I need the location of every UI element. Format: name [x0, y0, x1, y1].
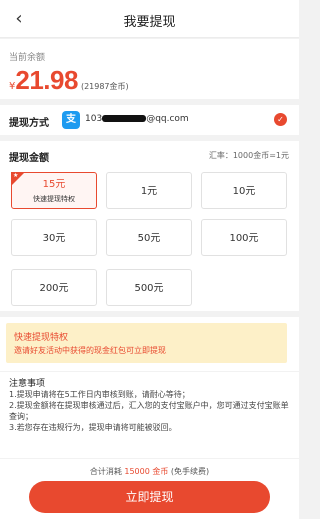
- balance-amount: ¥21.98 (21987金币): [9, 65, 129, 96]
- notes-title: 注意事项: [9, 379, 46, 389]
- withdraw-method-row[interactable]: 提现方式 支 103 @qq.com ✓: [0, 105, 299, 135]
- privilege-section: 快速提现特权 邀请好友活动中获得的现金红包可立即提现: [0, 317, 299, 371]
- amount-option-30[interactable]: 30元: [11, 219, 97, 256]
- note-item: 1.提现申请将在5工作日内审核到账，请耐心等待；: [9, 390, 190, 399]
- account-text: 103 @qq.com: [85, 114, 189, 124]
- privilege-notice: 快速提现特权 邀请好友活动中获得的现金红包可立即提现: [6, 323, 287, 363]
- notes-body: 1.提现申请将在5工作日内审核到账，请耐心等待； 2.提现金额将在提现审核通过后…: [9, 389, 292, 433]
- withdraw-button[interactable]: 立即提现: [29, 481, 270, 513]
- amount-option-50[interactable]: 50元: [106, 219, 192, 256]
- note-item: 3.若您存在违规行为，提现申请将可能被驳回。: [9, 423, 177, 432]
- amount-option-15[interactable]: ★ 15元 快速提现特权: [11, 172, 97, 209]
- option-sub: 快速提现特权: [33, 195, 75, 203]
- balance-panel: 当前余额 ¥21.98 (21987金币): [0, 39, 299, 99]
- option-value: 1元: [140, 186, 158, 197]
- exchange-rate: 汇率：1000金币=1元: [208, 151, 289, 160]
- account-mask: [102, 114, 147, 122]
- option-value: 30元: [42, 233, 66, 244]
- balance-coins: (21987金币): [80, 82, 129, 91]
- cost-suffix: (免手续费): [170, 467, 210, 476]
- footer-bar: 合计消耗 15000 金币 (免手续费) 立即提现: [0, 459, 299, 519]
- amount-option-500[interactable]: 500元: [106, 269, 192, 306]
- amount-option-1[interactable]: 1元: [106, 172, 192, 209]
- amount-label: 提现金额: [9, 153, 49, 164]
- amount-option-100[interactable]: 100元: [201, 219, 287, 256]
- check-icon[interactable]: ✓: [274, 113, 287, 126]
- balance-label: 当前余额: [9, 53, 46, 63]
- privilege-desc: 邀请好友活动中获得的现金红包可立即提现: [14, 346, 166, 355]
- top-bar: ‹ 我要提现: [0, 0, 299, 38]
- page-title: 我要提现: [123, 15, 176, 30]
- alipay-icon: 支: [62, 111, 80, 129]
- cost-value: 15000 金币: [124, 467, 169, 476]
- amount-option-10[interactable]: 10元: [201, 172, 287, 209]
- option-value: 200元: [39, 283, 69, 294]
- star-icon: ★: [13, 172, 19, 179]
- balance-value: 21.98: [15, 65, 78, 95]
- privilege-title: 快速提现特权: [14, 333, 69, 343]
- option-value: 100元: [229, 233, 259, 244]
- total-cost: 合计消耗 15000 金币 (免手续费): [0, 466, 299, 477]
- cost-prefix: 合计消耗: [89, 467, 122, 476]
- method-label: 提现方式: [9, 118, 49, 129]
- amount-option-200[interactable]: 200元: [11, 269, 97, 306]
- account-prefix: 103: [85, 114, 103, 124]
- account-suffix: @qq.com: [146, 114, 189, 124]
- note-item: 2.提现金额将在提现审核通过后，汇入您的支付宝账户中，您可通过支付宝账单查询；: [9, 401, 289, 421]
- option-value: 10元: [232, 186, 256, 197]
- option-value: 500元: [134, 283, 164, 294]
- option-value: 50元: [137, 233, 161, 244]
- amount-panel: 提现金额 汇率：1000金币=1元 ★ 15元 快速提现特权 1元 10元 30…: [0, 141, 299, 311]
- notes-section: 注意事项 1.提现申请将在5工作日内审核到账，请耐心等待； 2.提现金额将在提现…: [0, 372, 299, 458]
